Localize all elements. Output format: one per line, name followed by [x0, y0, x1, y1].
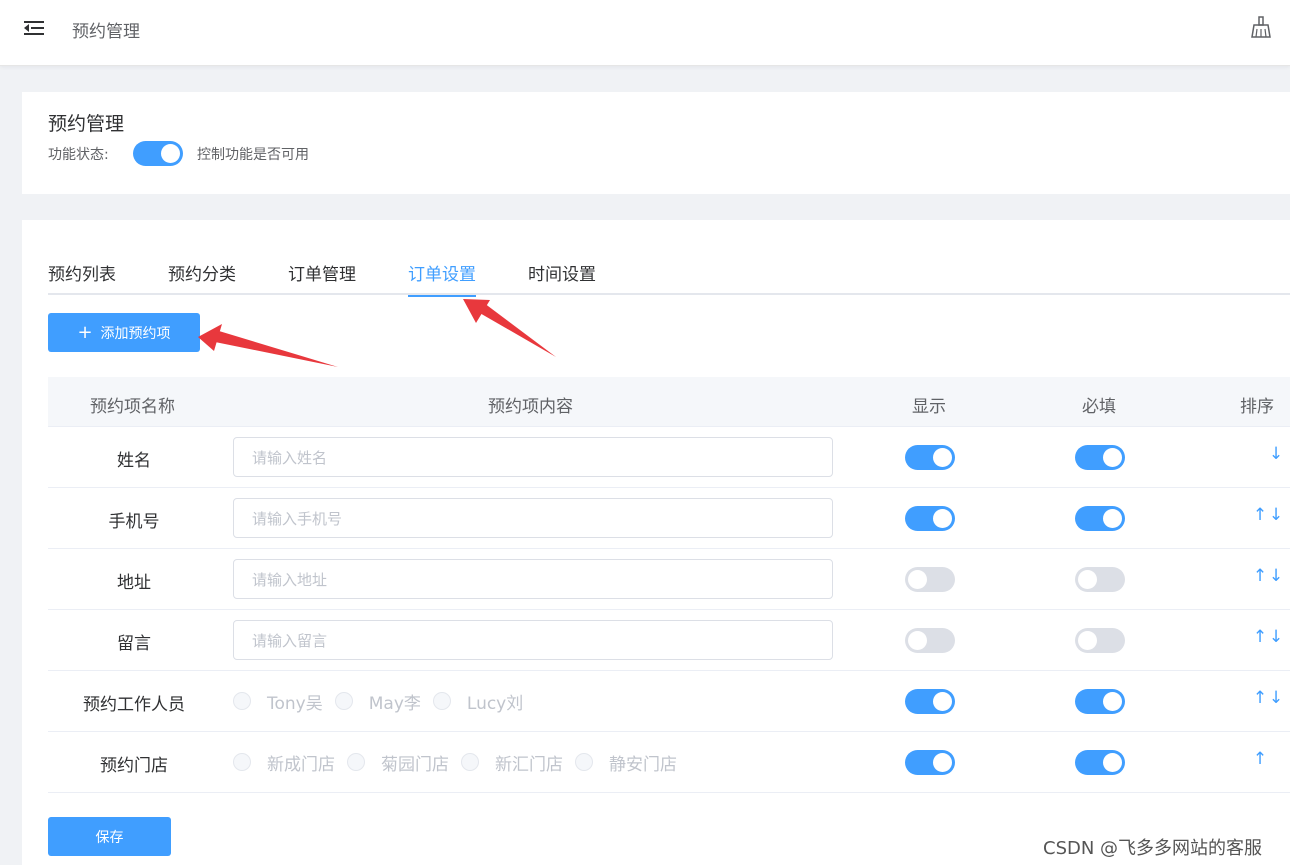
sort-controls: ↑ ↓ [1252, 688, 1290, 708]
breadcrumb: 预约管理 [72, 22, 140, 42]
table-row: 预约门店 新成门店 菊园门店 新汇门店 静安门店 ↑ [48, 732, 1290, 793]
tab-time-settings[interactable]: 时间设置 [528, 260, 596, 295]
broom-icon[interactable] [1250, 15, 1272, 39]
show-switch[interactable] [905, 567, 955, 592]
radio-option[interactable]: 新成门店 [233, 750, 335, 775]
plus-icon: + [77, 321, 93, 343]
tab-reservation-list[interactable]: 预约列表 [48, 260, 116, 295]
message-input[interactable]: 请输入留言 [233, 620, 833, 660]
status-label: 功能状态: [48, 147, 109, 163]
tab-order-settings[interactable]: 订单设置 [408, 260, 476, 297]
save-button[interactable]: 保存 [48, 817, 171, 856]
store-radio-group: 新成门店 菊园门店 新汇门店 静安门店 [233, 749, 689, 775]
radio-option[interactable]: 新汇门店 [461, 750, 563, 775]
arrow-down-icon[interactable]: ↓ [1268, 566, 1284, 586]
item-name: 留言 [117, 634, 151, 654]
show-switch[interactable] [905, 689, 955, 714]
radio-option[interactable]: Lucy刘 [432, 689, 523, 714]
sort-controls: ↑ ↓ [1252, 627, 1290, 647]
staff-radio-group: Tony吴 May李 Lucy刘 [233, 688, 535, 714]
name-input[interactable]: 请输入姓名 [233, 437, 833, 477]
item-name: 地址 [117, 573, 151, 593]
arrow-down-icon[interactable]: ↓ [1268, 627, 1284, 647]
radio-option[interactable]: 菊园门店 [347, 750, 449, 775]
arrow-up-icon[interactable]: ↑ [1252, 627, 1268, 647]
arrow-up-icon[interactable]: ↑ [1252, 566, 1268, 586]
status-description: 控制功能是否可用 [197, 147, 309, 163]
watermark: CSDN @飞多多网站的客服 [1043, 838, 1263, 859]
sort-controls: ↑ [1252, 749, 1290, 769]
sort-controls: ↑ ↓ [1252, 566, 1290, 586]
show-switch[interactable] [905, 628, 955, 653]
arrow-down-icon[interactable]: ↓ [1268, 505, 1284, 525]
item-name: 预约门店 [100, 756, 168, 776]
tab-order-management[interactable]: 订单管理 [288, 260, 356, 295]
required-switch[interactable] [1075, 506, 1125, 531]
tab-reservation-category[interactable]: 预约分类 [168, 260, 236, 295]
table-row: 手机号 请输入手机号 ↑ ↓ [48, 488, 1290, 549]
page-title: 预约管理 [48, 113, 125, 135]
sort-controls: ↑ ↓ [1252, 505, 1290, 525]
header-name: 预约项名称 [90, 397, 175, 417]
phone-input[interactable]: 请输入手机号 [233, 498, 833, 538]
add-button-label: 添加预约项 [100, 325, 171, 342]
show-switch[interactable] [905, 445, 955, 470]
top-header: 预约管理 [0, 0, 1290, 66]
header-required: 必填 [1082, 397, 1116, 417]
radio-option[interactable]: Tony吴 [233, 689, 323, 714]
radio-option[interactable]: 静安门店 [575, 750, 677, 775]
feature-status-switch[interactable] [133, 141, 183, 166]
required-switch[interactable] [1075, 567, 1125, 592]
required-switch[interactable] [1075, 445, 1125, 470]
required-switch[interactable] [1075, 689, 1125, 714]
add-reservation-item-button[interactable]: + 添加预约项 [48, 313, 200, 352]
menu-fold-icon[interactable] [24, 19, 46, 37]
header-content: 预约项内容 [488, 397, 573, 417]
reservation-items-table: 预约项名称 预约项内容 显示 必填 排序 姓名 请输入姓名 ↓ 手机号 请输入手… [48, 377, 1290, 793]
tab-bar: 预约列表 预约分类 订单管理 订单设置 时间设置 [48, 246, 1290, 297]
required-switch[interactable] [1075, 750, 1125, 775]
address-input[interactable]: 请输入地址 [233, 559, 833, 599]
order-settings-card: 预约列表 预约分类 订单管理 订单设置 时间设置 + 添加预约项 预约项名称 预… [22, 220, 1290, 865]
item-name: 手机号 [108, 512, 160, 532]
table-row: 预约工作人员 Tony吴 May李 Lucy刘 ↑ ↓ [48, 671, 1290, 732]
table-header: 预约项名称 预约项内容 显示 必填 排序 [48, 377, 1290, 427]
show-switch[interactable] [905, 506, 955, 531]
arrow-up-icon[interactable]: ↑ [1252, 749, 1268, 769]
table-row: 姓名 请输入姓名 ↓ [48, 427, 1290, 488]
sort-controls: ↓ [1252, 444, 1290, 464]
radio-option[interactable]: May李 [334, 689, 421, 714]
arrow-up-icon[interactable]: ↑ [1252, 505, 1268, 525]
arrow-up-icon[interactable]: ↑ [1252, 688, 1268, 708]
header-sort: 排序 [1240, 397, 1274, 417]
item-name: 姓名 [117, 451, 151, 471]
arrow-down-icon[interactable]: ↓ [1268, 688, 1284, 708]
arrow-down-icon[interactable]: ↓ [1268, 444, 1284, 464]
table-row: 留言 请输入留言 ↑ ↓ [48, 610, 1290, 671]
header-show: 显示 [912, 397, 946, 417]
table-row: 地址 请输入地址 ↑ ↓ [48, 549, 1290, 610]
show-switch[interactable] [905, 750, 955, 775]
item-name: 预约工作人员 [83, 695, 185, 715]
feature-card: 预约管理 功能状态: 控制功能是否可用 [22, 92, 1290, 194]
required-switch[interactable] [1075, 628, 1125, 653]
